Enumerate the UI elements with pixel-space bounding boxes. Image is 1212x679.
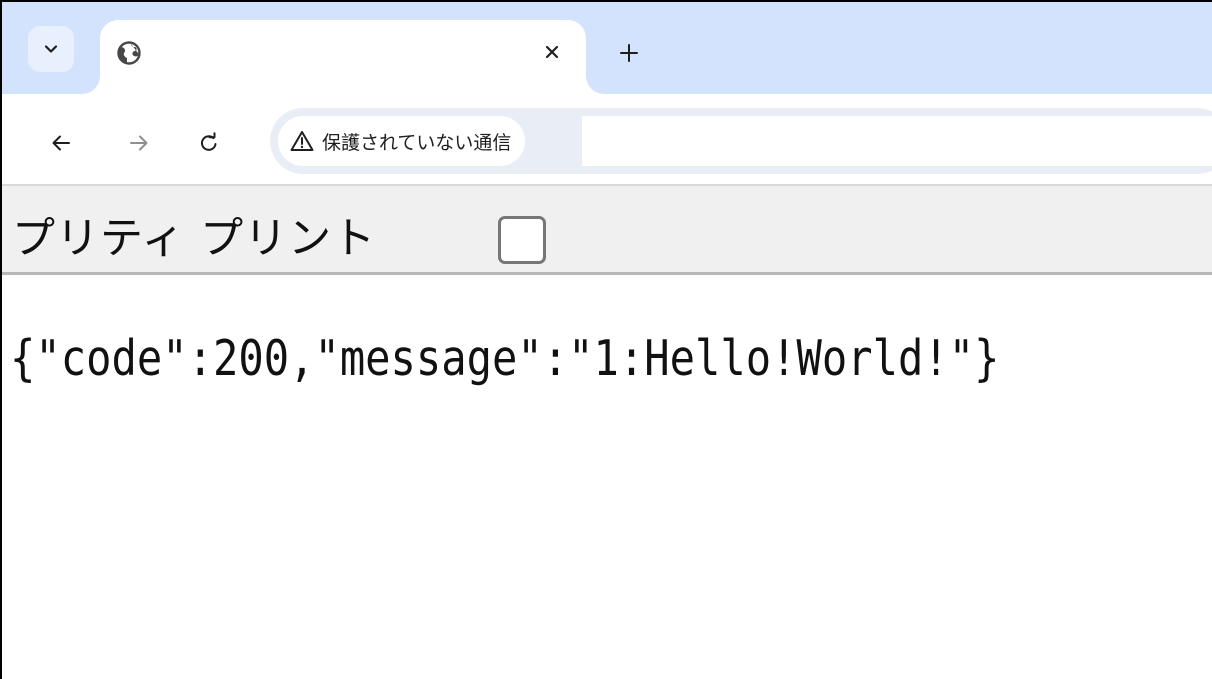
plus-icon (620, 44, 638, 62)
security-indicator[interactable]: 保護されていない通信 (278, 116, 526, 166)
back-button[interactable] (46, 128, 76, 158)
pretty-print-label: プリティ プリント (12, 214, 377, 264)
globe-icon (117, 41, 141, 65)
warning-triangle-icon (290, 131, 314, 151)
browser-window: 保護されていない通信 プリティ プリント {"code":200,"messag… (0, 0, 1212, 679)
reload-icon (201, 132, 217, 151)
browser-toolbar: 保護されていない通信 (2, 94, 1212, 186)
tab-search-button[interactable] (28, 26, 74, 72)
pretty-print-checkbox[interactable] (498, 216, 546, 264)
raw-json-text: {"code":200,"message":"1:Hello!World!"} (10, 330, 1000, 387)
active-tab[interactable] (100, 20, 586, 94)
url-field[interactable] (582, 116, 1212, 166)
address-bar[interactable]: 保護されていない通信 (270, 108, 1212, 174)
chevron-down-icon (44, 45, 58, 53)
arrow-left-icon (52, 135, 70, 151)
forward-button[interactable] (124, 128, 154, 158)
arrow-right-icon (130, 135, 148, 151)
tab-strip (2, 2, 1212, 94)
tab-close-button[interactable] (540, 40, 564, 64)
close-icon (545, 45, 559, 59)
security-label: 保護されていない通信 (322, 131, 512, 154)
new-tab-button[interactable] (614, 38, 644, 68)
reload-button[interactable] (194, 128, 224, 158)
pretty-print-bar: プリティ プリント (2, 186, 1212, 275)
